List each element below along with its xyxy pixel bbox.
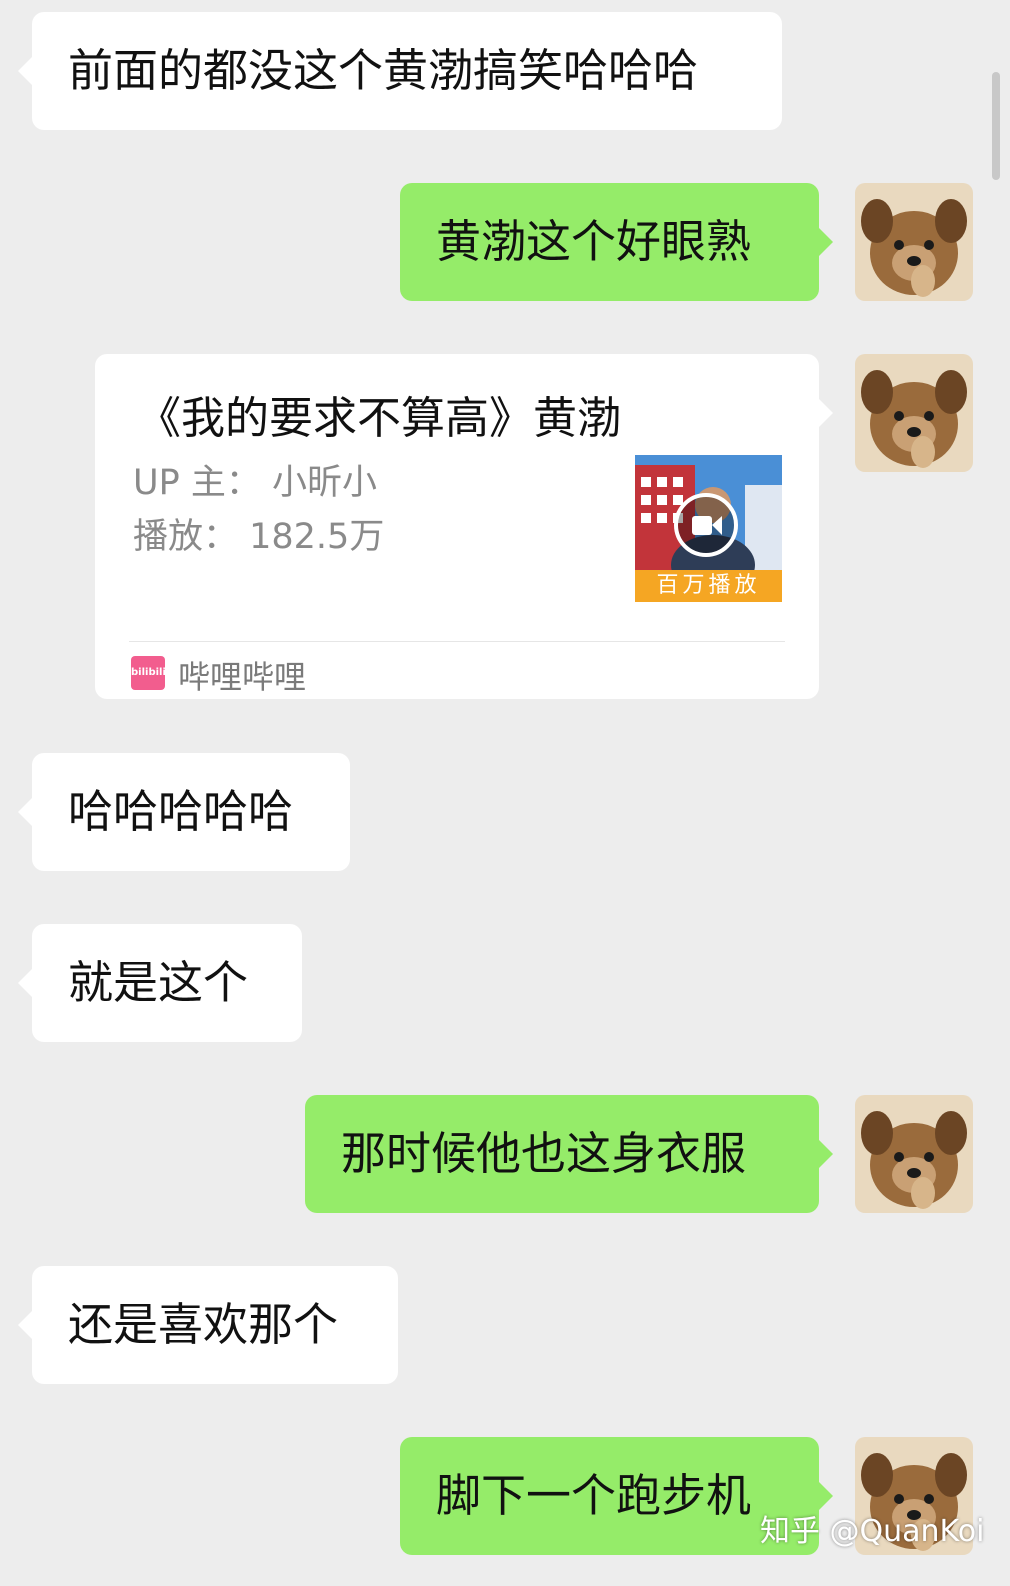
bilibili-icon: bilibili: [131, 656, 166, 690]
scrollbar[interactable]: [992, 72, 1000, 180]
puppy-avatar-icon: [855, 1095, 973, 1213]
message-text: 那时候他也这身衣服: [341, 1127, 747, 1180]
puppy-avatar-icon: [855, 183, 973, 301]
message-text: 前面的都没这个黄渤搞笑哈哈哈: [68, 44, 699, 97]
video-play-icon[interactable]: [674, 493, 738, 557]
message-bubble-incoming[interactable]: 就是这个: [18, 924, 302, 1042]
card-divider: [129, 641, 785, 642]
puppy-avatar-icon: [855, 354, 973, 472]
message-bubble-outgoing[interactable]: 脚下一个跑步机: [400, 1437, 833, 1555]
user-avatar[interactable]: [855, 183, 973, 301]
video-uploader: UP 主： 小昕小: [133, 463, 377, 503]
message-bubble-outgoing[interactable]: 那时候他也这身衣服: [305, 1095, 833, 1213]
message-text: 还是喜欢那个: [68, 1298, 339, 1351]
message-text: 哈哈哈哈哈: [68, 785, 294, 838]
message-text: 就是这个: [68, 956, 249, 1009]
thumbnail-badge: 百万播放: [635, 570, 782, 602]
message-bubble-incoming[interactable]: 还是喜欢那个: [18, 1266, 398, 1384]
message-text: 脚下一个跑步机: [436, 1469, 752, 1522]
video-plays: 播放： 182.5万: [133, 517, 385, 557]
user-avatar[interactable]: [855, 354, 973, 472]
video-thumbnail[interactable]: 百万播放: [635, 455, 782, 602]
message-bubble-outgoing[interactable]: 黄渤这个好眼熟: [400, 183, 833, 301]
card-source-label: 哔哩哔哩: [178, 658, 307, 696]
video-share-card[interactable]: 《我的要求不算高》黄渤 UP 主： 小昕小 播放： 182.5万 百万播放 bi…: [95, 354, 833, 699]
video-title: 《我的要求不算高》黄渤: [137, 393, 621, 444]
zhihu-watermark: 知乎 @QuanKoi: [760, 1514, 985, 1549]
message-bubble-incoming[interactable]: 前面的都没这个黄渤搞笑哈哈哈: [18, 12, 782, 130]
user-avatar[interactable]: [855, 1095, 973, 1213]
message-text: 黄渤这个好眼熟: [436, 215, 752, 268]
message-bubble-incoming[interactable]: 哈哈哈哈哈: [18, 753, 350, 871]
